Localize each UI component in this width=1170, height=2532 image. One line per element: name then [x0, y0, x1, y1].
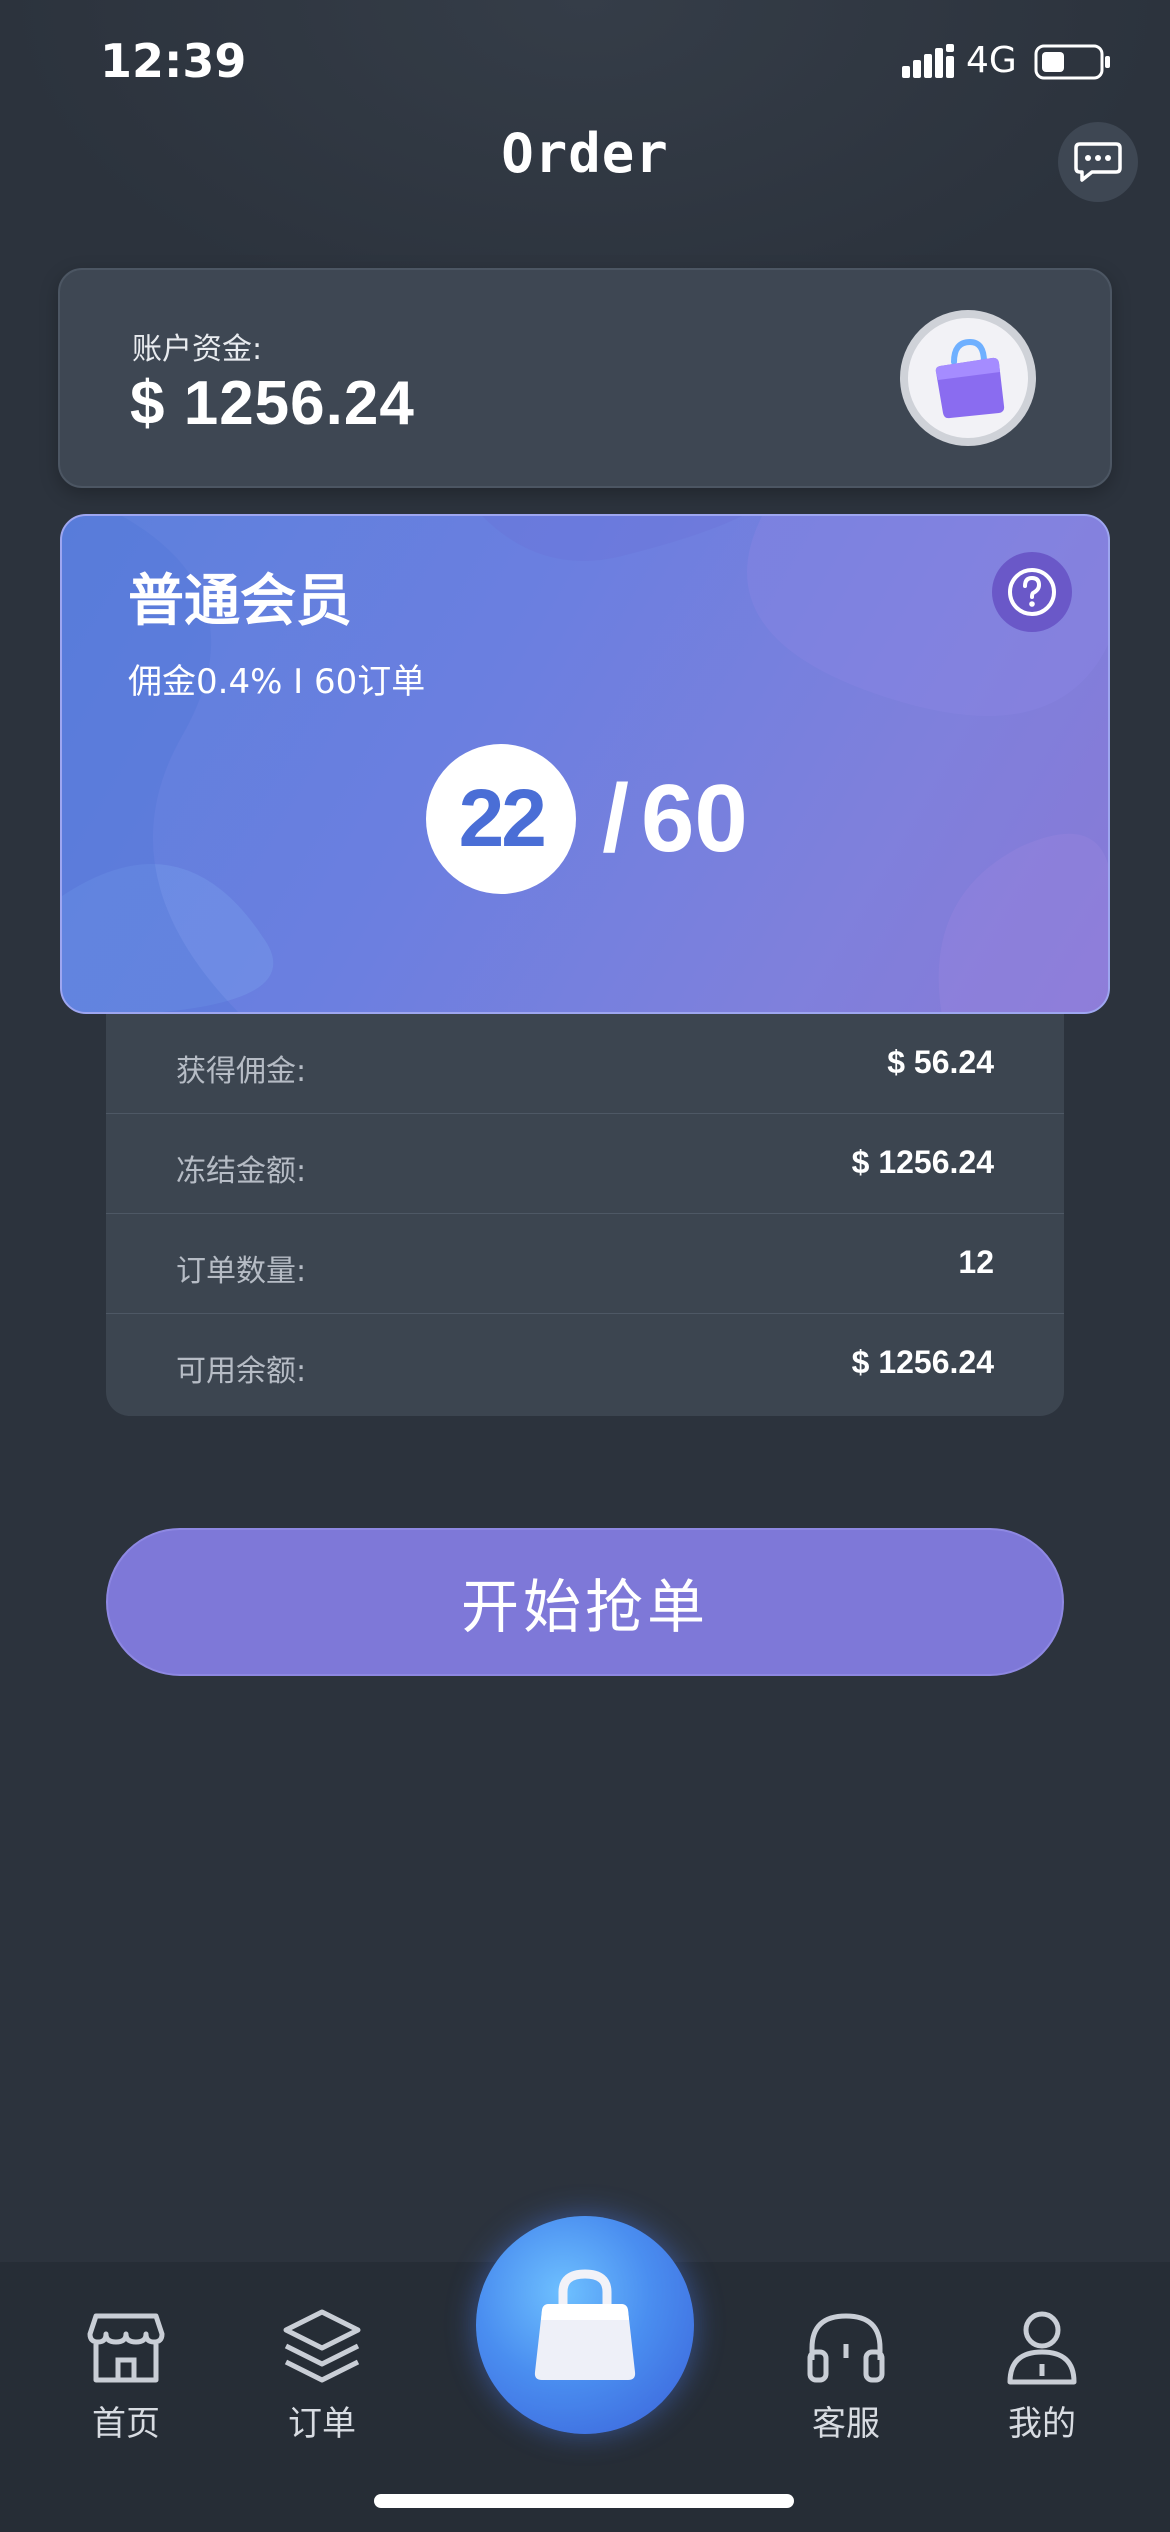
stat-row-available: 可用余额: $ 1256.24 [106, 1314, 1064, 1414]
stat-row-order-count: 订单数量: 12 [106, 1214, 1064, 1314]
balance-value: $ 1256.24 [130, 369, 415, 438]
tab-label: 订单 [288, 2404, 356, 2444]
tab-home[interactable]: 首页 [46, 2304, 206, 2445]
chat-button[interactable] [1058, 122, 1138, 202]
tab-label: 我的 [1008, 2404, 1076, 2444]
tab-profile[interactable]: 我的 [962, 2304, 1122, 2445]
stat-label: 冻结金额: [176, 1154, 307, 1189]
home-indicator [374, 2494, 794, 2508]
chat-icon [1074, 142, 1122, 182]
bag-avatar [900, 310, 1036, 446]
stat-value: $ 56.24 [887, 1044, 994, 1080]
headset-icon [807, 2313, 885, 2383]
member-commission-info: 佣金0.4% I 60订单 [128, 662, 426, 702]
tab-customer-service[interactable]: 客服 [766, 2304, 926, 2445]
help-button[interactable] [992, 552, 1072, 632]
shopping-bag-icon [935, 338, 1005, 419]
stat-row-frozen: 冻结金额: $ 1256.24 [106, 1114, 1064, 1214]
page-title: Order [501, 122, 669, 185]
status-bar: 12:39 4G [0, 0, 1170, 130]
store-icon [87, 2313, 165, 2383]
network-label: 4G [966, 40, 1017, 81]
order-progress: 22 / 60 [62, 744, 1108, 894]
tab-label: 客服 [812, 2404, 880, 2444]
shopping-bag-icon [534, 2269, 636, 2380]
stat-row-commission: 获得佣金: $ 56.24 [106, 1014, 1064, 1114]
stat-label: 可用余额: [176, 1354, 307, 1389]
stat-value: $ 1256.24 [851, 1344, 994, 1380]
progress-separator: / [602, 765, 629, 872]
signal-icon [902, 44, 954, 78]
question-icon [1008, 568, 1056, 616]
progress-total: 60 [640, 765, 748, 872]
stat-label: 获得佣金: [176, 1054, 307, 1089]
balance-card: 账户资金: $ 1256.24 [58, 268, 1112, 488]
stat-value: 12 [958, 1244, 994, 1280]
member-level-title: 普通会员 [128, 569, 352, 634]
start-grab-order-button[interactable]: 开始抢单 [106, 1528, 1064, 1676]
stat-value: $ 1256.24 [851, 1144, 994, 1180]
tab-grab-order-center[interactable] [476, 2216, 694, 2434]
status-time: 12:39 [100, 34, 247, 88]
user-icon [1007, 2311, 1077, 2385]
member-card: 普通会员 佣金0.4% I 60订单 22 / 60 [60, 514, 1110, 1014]
balance-label: 账户资金: [132, 332, 263, 367]
tab-orders[interactable]: 订单 [242, 2304, 402, 2445]
stat-label: 订单数量: [176, 1254, 307, 1289]
tab-label: 首页 [92, 2404, 160, 2444]
battery-icon [1034, 44, 1110, 80]
stats-panel: 获得佣金: $ 56.24 冻结金额: $ 1256.24 订单数量: 12 可… [106, 1014, 1064, 1416]
layers-icon [283, 2309, 361, 2383]
progress-current: 22 [426, 744, 577, 894]
